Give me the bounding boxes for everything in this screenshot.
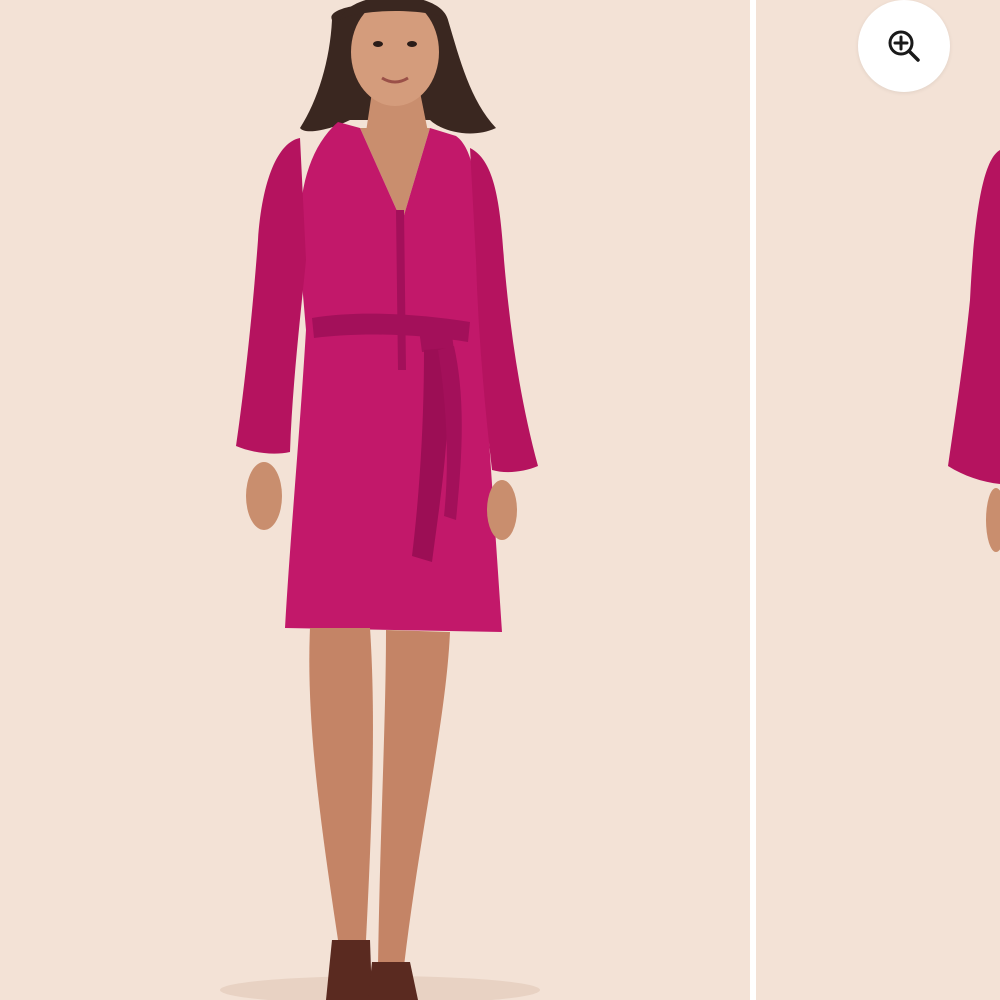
zoom-in-icon <box>888 30 920 62</box>
zoom-button[interactable] <box>858 0 950 92</box>
model-photo-partial <box>948 150 1000 552</box>
product-image-1[interactable] <box>0 0 750 1000</box>
product-image-2[interactable] <box>756 0 1000 1000</box>
product-image-carousel[interactable] <box>0 0 1000 1000</box>
model-photo <box>220 0 540 1000</box>
